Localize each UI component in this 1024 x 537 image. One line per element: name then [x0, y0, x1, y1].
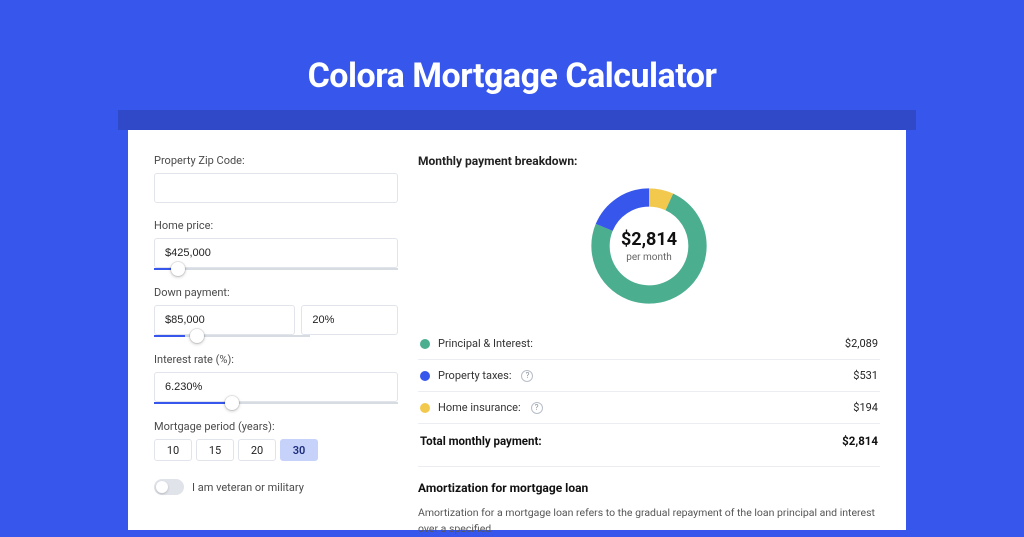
- form-column: Property Zip Code: Home price: Down paym…: [154, 154, 398, 530]
- amortization-section: Amortization for mortgage loan Amortizat…: [418, 466, 880, 537]
- amortization-title: Amortization for mortgage loan: [418, 481, 880, 495]
- veteran-label: I am veteran or military: [192, 481, 304, 494]
- donut-total: $2,814: [621, 229, 677, 250]
- legend-row: Property taxes:? $531: [418, 360, 880, 391]
- period-section: Mortgage period (years): 10152030: [154, 420, 398, 461]
- zip-section: Property Zip Code:: [154, 154, 398, 203]
- total-row: Total monthly payment: $2,814: [418, 423, 880, 460]
- zip-input[interactable]: [154, 173, 398, 203]
- down-slider[interactable]: [154, 335, 310, 337]
- price-slider[interactable]: [154, 268, 398, 270]
- period-options: 10152030: [154, 439, 398, 461]
- breakdown-column: Monthly payment breakdown: $2,814 per mo…: [418, 154, 880, 530]
- price-slider-thumb[interactable]: [171, 262, 185, 276]
- total-value: $2,814: [842, 434, 878, 448]
- help-icon[interactable]: ?: [531, 402, 543, 414]
- legend-row: Home insurance:? $194: [418, 392, 880, 423]
- legend-row: Principal & Interest: $2,089: [418, 328, 880, 359]
- veteran-toggle-knob: [156, 481, 168, 493]
- legend-value: $2,089: [845, 337, 878, 350]
- rate-slider[interactable]: [154, 402, 398, 404]
- period-btn-30[interactable]: 30: [280, 439, 318, 461]
- rate-slider-thumb[interactable]: [225, 396, 239, 410]
- donut-chart: $2,814 per month: [585, 182, 713, 310]
- zip-label: Property Zip Code:: [154, 154, 398, 167]
- rate-slider-fill: [154, 402, 232, 404]
- help-icon[interactable]: ?: [521, 370, 533, 382]
- total-label: Total monthly payment:: [420, 434, 542, 448]
- page-title: Colora Mortgage Calculator: [0, 0, 1024, 96]
- down-slider-fill: [154, 335, 185, 337]
- rate-input[interactable]: [154, 372, 398, 402]
- price-label: Home price:: [154, 219, 398, 232]
- down-label: Down payment:: [154, 286, 398, 299]
- legend-dot-icon: [420, 403, 430, 413]
- down-amount-input[interactable]: [154, 305, 295, 335]
- period-label: Mortgage period (years):: [154, 420, 398, 433]
- price-input[interactable]: [154, 238, 398, 268]
- down-slider-thumb[interactable]: [190, 329, 204, 343]
- legend-value: $531: [853, 369, 878, 382]
- donut-center: $2,814 per month: [585, 182, 713, 310]
- legend-value: $194: [853, 401, 878, 414]
- calculator-card: Property Zip Code: Home price: Down paym…: [128, 130, 906, 530]
- down-section: Down payment:: [154, 286, 398, 337]
- period-btn-20[interactable]: 20: [238, 439, 276, 461]
- legend-label: Property taxes:: [438, 369, 511, 382]
- veteran-row: I am veteran or military: [154, 479, 398, 495]
- down-percent-input[interactable]: [301, 305, 398, 335]
- period-btn-15[interactable]: 15: [196, 439, 234, 461]
- breakdown-title: Monthly payment breakdown:: [418, 154, 880, 168]
- donut-chart-wrap: $2,814 per month: [418, 182, 880, 310]
- rate-label: Interest rate (%):: [154, 353, 398, 366]
- legend-dot-icon: [420, 371, 430, 381]
- rate-section: Interest rate (%):: [154, 353, 398, 404]
- amortization-text: Amortization for a mortgage loan refers …: [418, 505, 880, 537]
- period-btn-10[interactable]: 10: [154, 439, 192, 461]
- legend-label: Home insurance:: [438, 401, 521, 414]
- card-shadow: [118, 110, 916, 130]
- legend-dot-icon: [420, 339, 430, 349]
- donut-sub: per month: [626, 252, 672, 263]
- legend: Principal & Interest: $2,089 Property taxe…: [418, 328, 880, 423]
- price-section: Home price:: [154, 219, 398, 270]
- legend-label: Principal & Interest:: [438, 337, 533, 350]
- veteran-toggle[interactable]: [154, 479, 184, 495]
